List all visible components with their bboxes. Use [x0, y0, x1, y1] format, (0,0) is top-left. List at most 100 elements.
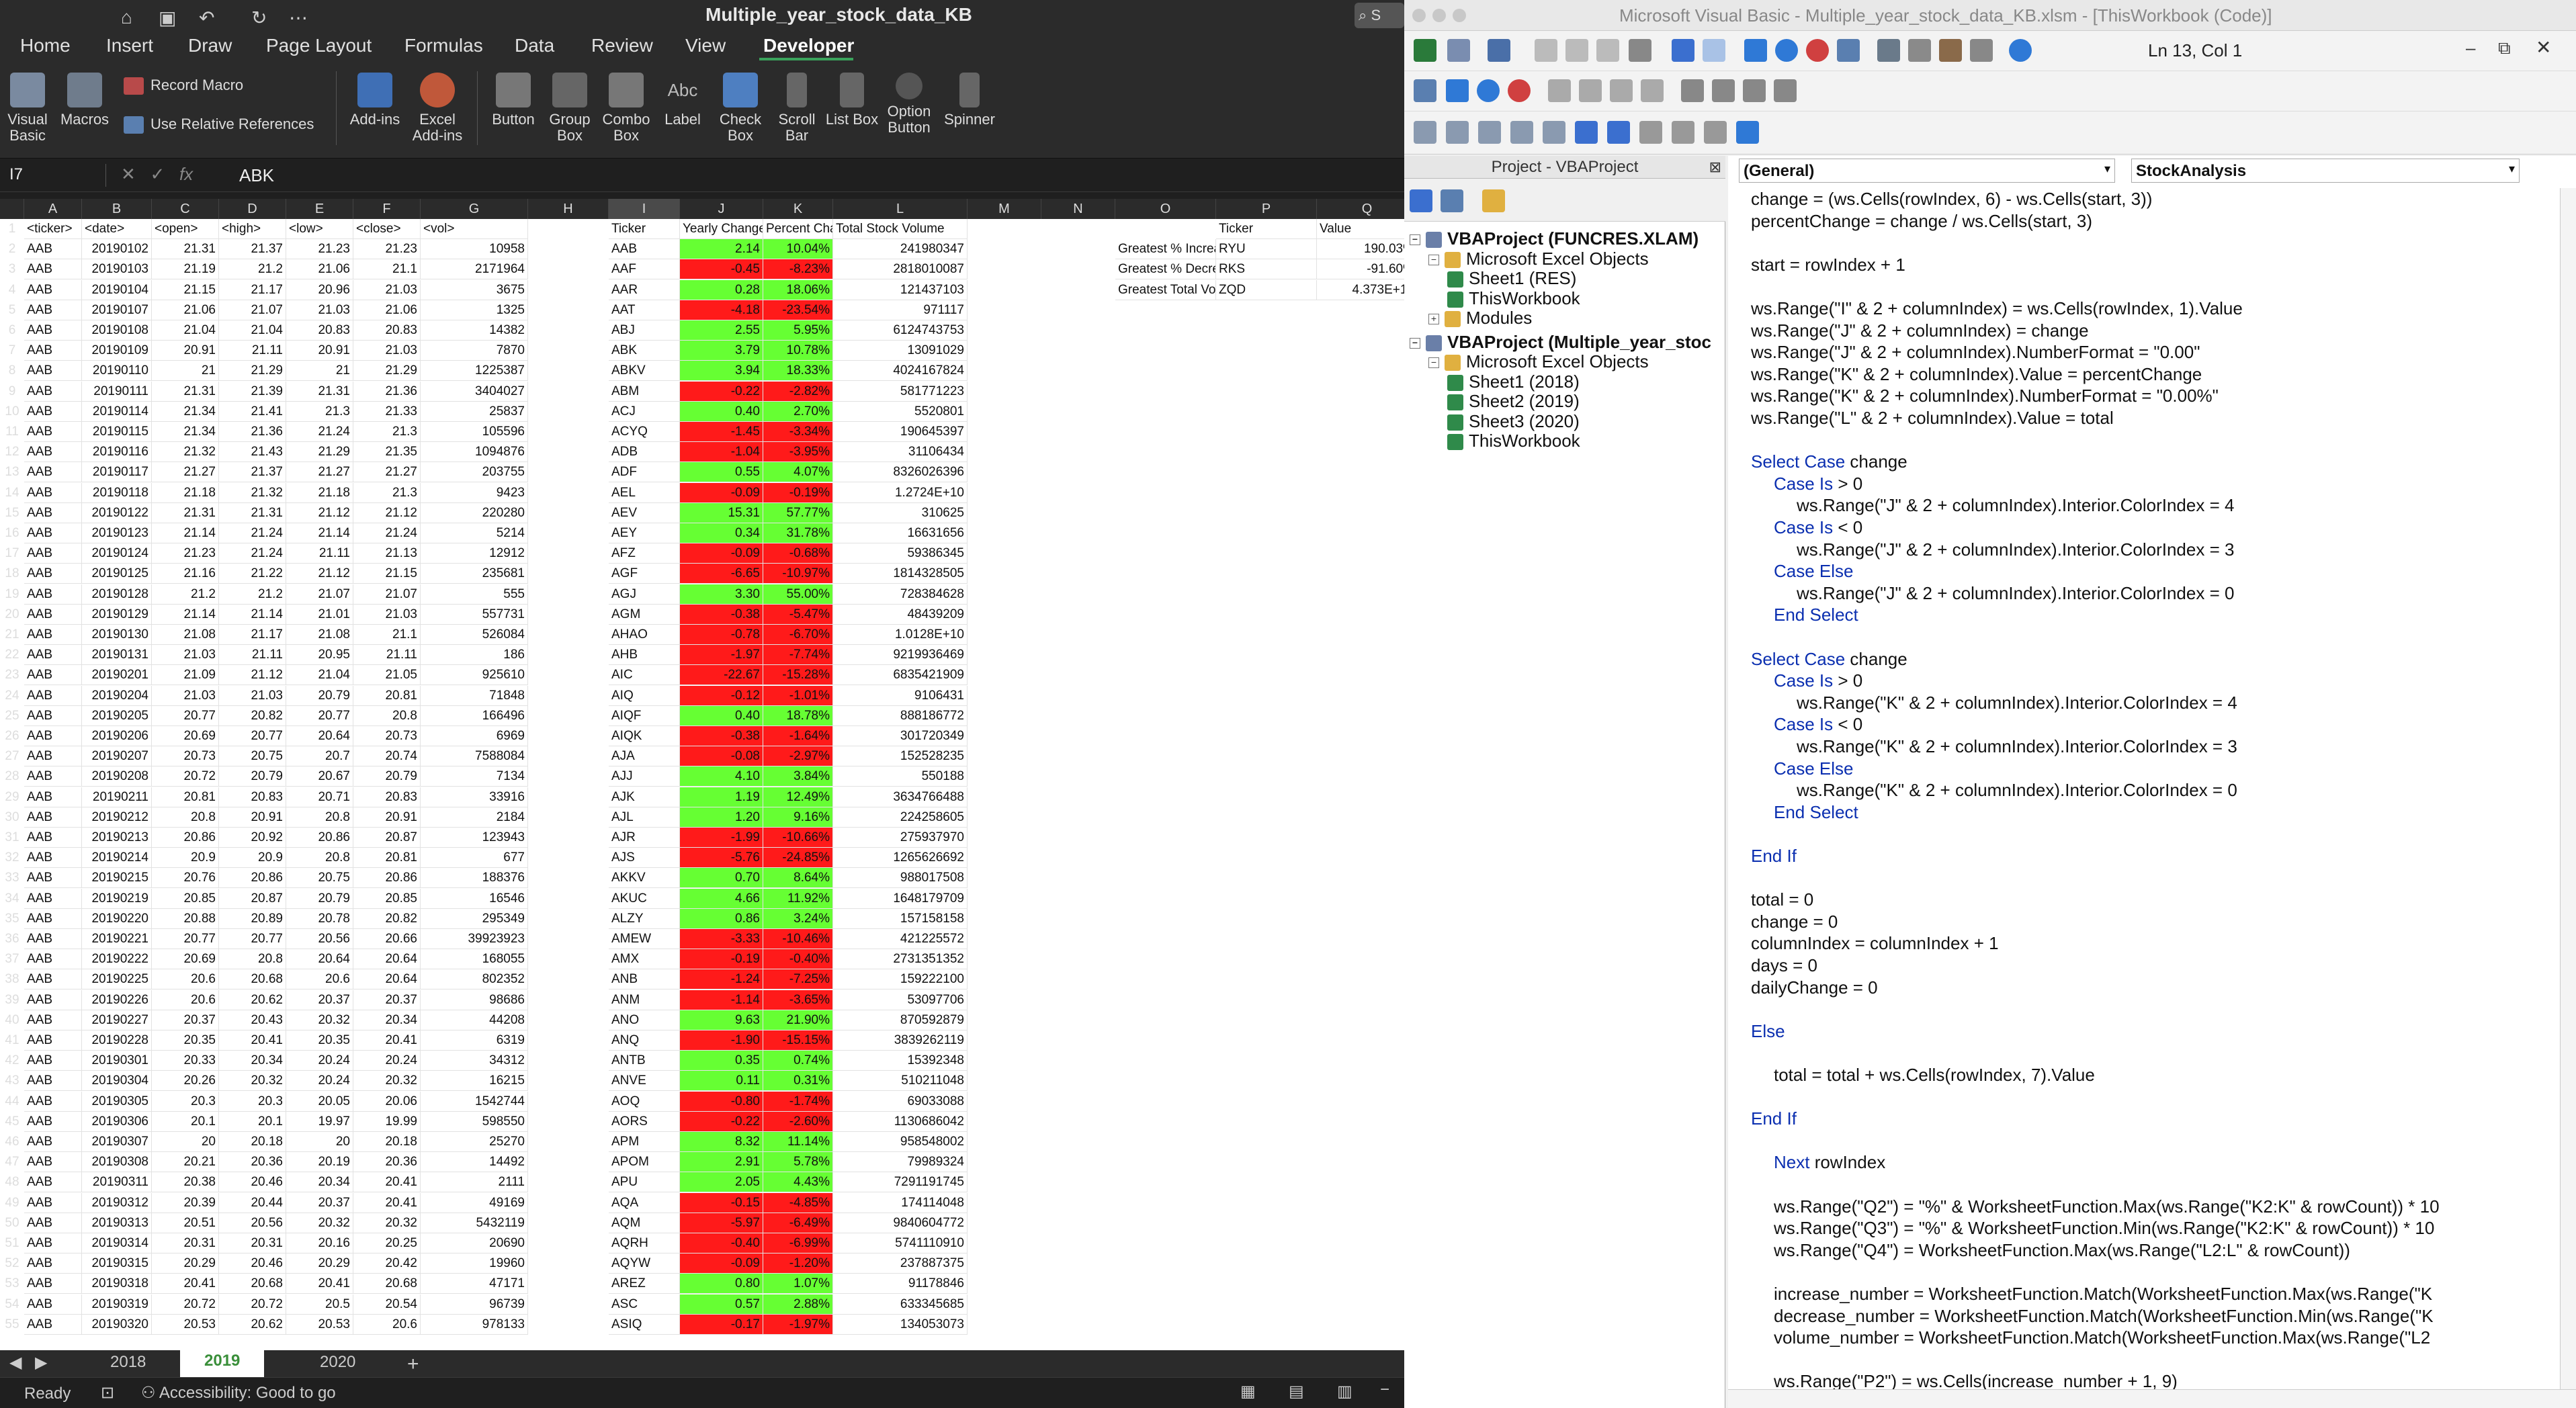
home-icon[interactable]: ⌂ [121, 7, 132, 28]
header-cell[interactable]: <ticker> [24, 219, 82, 239]
yearly-change-cell[interactable]: -0.22 [680, 381, 763, 402]
high-cell[interactable]: 21.39 [219, 381, 286, 402]
percent-change-cell[interactable]: -0.68% [763, 543, 833, 564]
summary-ticker-cell[interactable]: ASIQ [609, 1314, 680, 1335]
open-cell[interactable]: 20.81 [152, 787, 219, 807]
header-cell[interactable]: Ticker [1216, 219, 1317, 239]
ticker-cell[interactable]: AAB [24, 949, 82, 970]
yearly-change-cell[interactable]: -0.09 [680, 543, 763, 564]
run-sub-icon[interactable] [1446, 79, 1469, 102]
low-cell[interactable]: 20.32 [286, 1010, 353, 1030]
group-box-control[interactable]: Group Box [543, 73, 597, 144]
ticker-cell[interactable]: AAB [24, 462, 82, 483]
project-tree-node[interactable]: Sheet1 (2018) [1447, 371, 1580, 392]
low-cell[interactable]: 21.11 [286, 543, 353, 564]
excel-view-icon[interactable] [1414, 39, 1436, 62]
close-cell[interactable]: 21.27 [353, 462, 421, 483]
volume-cell[interactable]: 16546 [421, 888, 528, 909]
row-header[interactable]: 29 [0, 787, 24, 807]
view-object-icon[interactable] [1441, 189, 1463, 212]
percent-change-cell[interactable]: -6.49% [763, 1213, 833, 1233]
percent-change-cell[interactable]: -3.34% [763, 422, 833, 442]
row-header[interactable]: 48 [0, 1172, 24, 1192]
low-cell[interactable]: 21.12 [286, 502, 353, 523]
row-header[interactable]: 4 [0, 280, 24, 300]
yearly-change-cell[interactable]: -0.45 [680, 259, 763, 280]
locals-window-icon[interactable] [1681, 79, 1704, 102]
column-header[interactable]: Q [1317, 199, 1404, 219]
object-dropdown[interactable]: (General) ▾ [1739, 159, 2115, 183]
summary-ticker-cell[interactable]: AKUC [609, 888, 680, 909]
date-cell[interactable]: 20190301 [82, 1051, 152, 1071]
column-header[interactable]: L [833, 199, 968, 219]
project-explorer-icon[interactable] [1877, 39, 1900, 62]
high-cell[interactable]: 20.36 [219, 1152, 286, 1173]
project-tree-node[interactable]: Sheet2 (2019) [1447, 391, 1580, 412]
open-cell[interactable]: 21.23 [152, 543, 219, 564]
low-cell[interactable]: 20.5 [286, 1294, 353, 1315]
column-header[interactable]: I [609, 199, 680, 219]
total-volume-cell[interactable]: 971117 [833, 300, 968, 320]
low-cell[interactable]: 21.18 [286, 482, 353, 503]
date-cell[interactable]: 20190108 [82, 320, 152, 341]
code-line[interactable]: Case Is < 0 [1774, 517, 1862, 538]
row-header[interactable]: 14 [0, 483, 24, 503]
code-line[interactable]: ws.Range("L" & 2 + columnIndex).Value = … [1751, 407, 2114, 429]
percent-change-cell[interactable]: 9.16% [763, 807, 833, 828]
column-header[interactable]: D [219, 199, 286, 219]
yearly-change-cell[interactable]: 3.30 [680, 584, 763, 605]
total-volume-cell[interactable]: 1648179709 [833, 888, 968, 909]
high-cell[interactable]: 21.36 [219, 422, 286, 442]
total-volume-cell[interactable]: 7291191745 [833, 1172, 968, 1193]
open-cell[interactable]: 21.27 [152, 462, 219, 483]
close-cell[interactable]: 20.85 [353, 888, 421, 909]
tab-data[interactable]: Data [515, 35, 554, 56]
percent-change-cell[interactable]: -1.64% [763, 726, 833, 746]
high-cell[interactable]: 21.14 [219, 604, 286, 625]
page-layout-view-icon[interactable]: ▤ [1289, 1382, 1304, 1401]
code-line[interactable]: ws.Range("J" & 2 + columnIndex).NumberFo… [1751, 341, 2200, 363]
yearly-change-cell[interactable]: -5.97 [680, 1213, 763, 1233]
summary-ticker-cell[interactable]: ACJ [609, 401, 680, 422]
low-cell[interactable]: 20.6 [286, 969, 353, 990]
code-line[interactable]: ws.Range("J" & 2 + columnIndex).Interior… [1797, 494, 2234, 516]
horizontal-scrollbar[interactable] [1728, 1389, 2576, 1408]
row-header[interactable]: 49 [0, 1193, 24, 1213]
row-header[interactable]: 7 [0, 341, 24, 361]
volume-cell[interactable]: 295349 [421, 908, 528, 929]
ticker-cell[interactable]: AAB [24, 746, 82, 767]
percent-change-cell[interactable]: -1.01% [763, 685, 833, 706]
project-tree-node[interactable]: Sheet1 (RES) [1447, 268, 1576, 289]
high-cell[interactable]: 21.29 [219, 361, 286, 382]
open-cell[interactable]: 21.03 [152, 685, 219, 706]
open-cell[interactable]: 20.88 [152, 908, 219, 929]
low-cell[interactable]: 20.53 [286, 1314, 353, 1335]
yearly-change-cell[interactable]: -4.18 [680, 300, 763, 320]
row-header[interactable]: 42 [0, 1051, 24, 1071]
low-cell[interactable]: 21 [286, 361, 353, 382]
cancel-icon[interactable]: ✕ [121, 164, 136, 184]
high-cell[interactable]: 21.04 [219, 320, 286, 341]
copy-icon[interactable] [1565, 39, 1588, 62]
high-cell[interactable]: 21.17 [219, 279, 286, 300]
date-cell[interactable]: 20190205 [82, 705, 152, 726]
low-cell[interactable]: 20.7 [286, 746, 353, 767]
name-box[interactable]: I7 [5, 164, 106, 187]
sheet-tab-2019[interactable]: 2019 [180, 1350, 265, 1377]
date-cell[interactable]: 20190124 [82, 543, 152, 564]
yearly-change-cell[interactable]: -0.19 [680, 949, 763, 970]
close-cell[interactable]: 21.11 [353, 645, 421, 666]
ticker-cell[interactable]: AAB [24, 1051, 82, 1071]
yearly-change-cell[interactable]: -1.45 [680, 422, 763, 442]
yearly-change-cell[interactable]: -1.24 [680, 969, 763, 990]
summary-ticker-cell[interactable]: AEL [609, 482, 680, 503]
close-cell[interactable]: 20.06 [353, 1091, 421, 1112]
code-line[interactable]: ws.Range("Q3") = "%" & WorksheetFunction… [1774, 1217, 2434, 1239]
volume-cell[interactable]: 34312 [421, 1051, 528, 1071]
volume-cell[interactable]: 105596 [421, 422, 528, 442]
yearly-change-cell[interactable]: 0.80 [680, 1274, 763, 1294]
ticker-cell[interactable]: AAB [24, 543, 82, 564]
row-header[interactable]: 8 [0, 361, 24, 381]
summary-ticker[interactable]: ZQD [1216, 279, 1317, 300]
row-header[interactable]: 47 [0, 1152, 24, 1172]
